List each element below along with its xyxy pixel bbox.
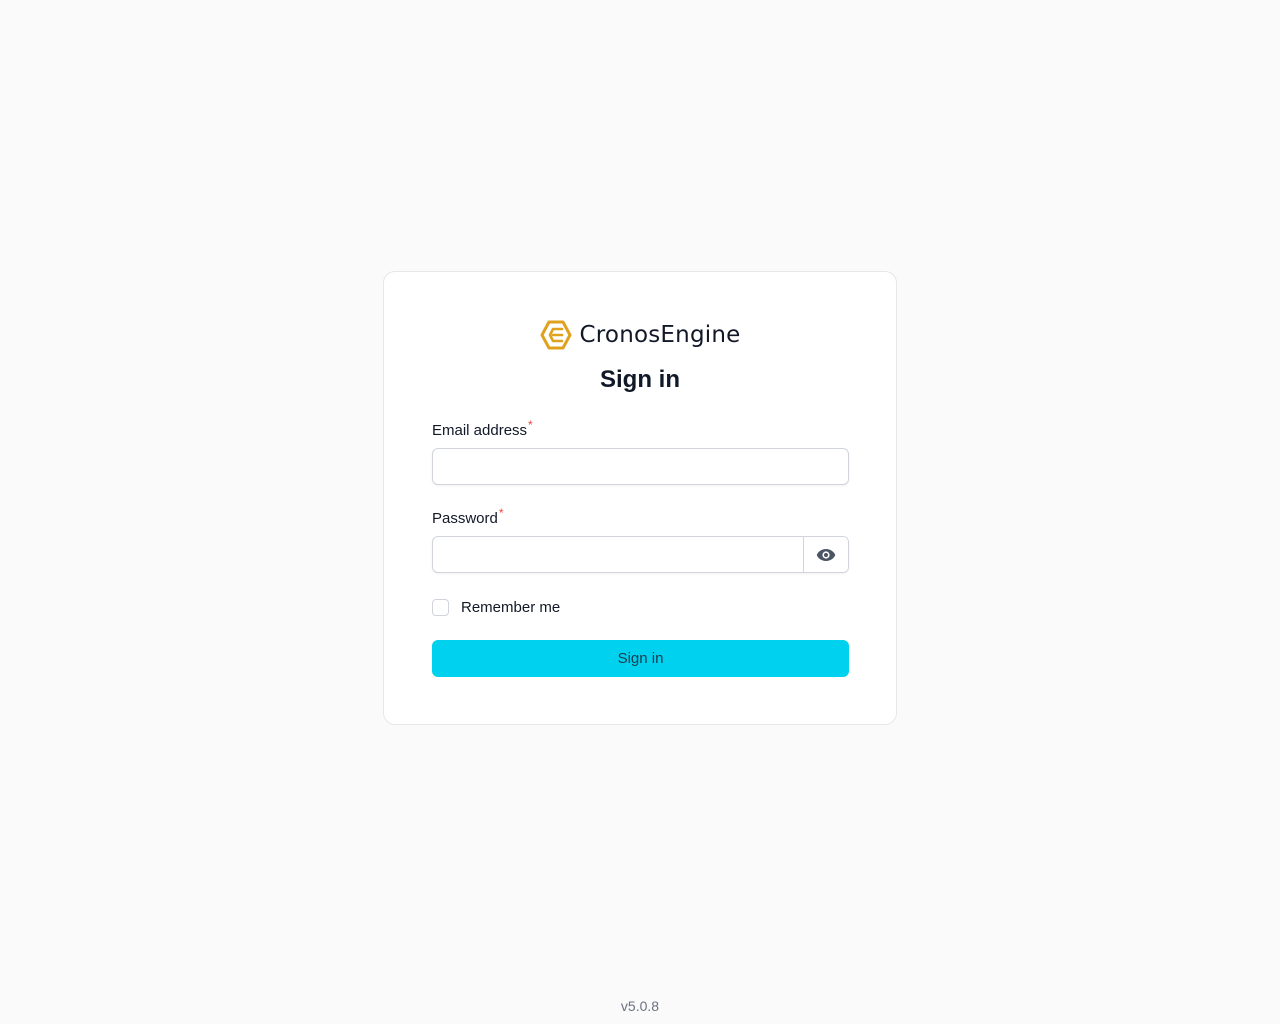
email-field[interactable] bbox=[432, 448, 849, 485]
eye-icon bbox=[816, 548, 836, 561]
required-marker: * bbox=[528, 418, 533, 432]
login-card: CronosEngine Sign in Email address* Pass… bbox=[383, 271, 897, 725]
required-marker: * bbox=[498, 506, 504, 520]
email-label-text: Email address bbox=[432, 422, 528, 439]
remember-me-checkbox[interactable] bbox=[432, 598, 449, 616]
show-password-button[interactable] bbox=[803, 537, 848, 572]
brand: CronosEngine bbox=[384, 319, 896, 351]
password-group bbox=[432, 536, 849, 573]
brand-name: CronosEngine bbox=[579, 322, 741, 348]
page-title: Sign in bbox=[600, 366, 680, 393]
password-label: Password* bbox=[432, 506, 504, 527]
password-field[interactable] bbox=[433, 537, 803, 572]
hexagon-e-logo-icon bbox=[540, 320, 572, 350]
version-label: v5.0.8 bbox=[620, 998, 660, 1014]
sign-in-button[interactable]: Sign in bbox=[432, 640, 849, 677]
remember-me-label[interactable]: Remember me bbox=[461, 599, 560, 616]
remember-me-row: Remember me bbox=[432, 598, 560, 616]
password-label-text: Password bbox=[432, 510, 498, 527]
email-label: Email address* bbox=[432, 418, 533, 439]
